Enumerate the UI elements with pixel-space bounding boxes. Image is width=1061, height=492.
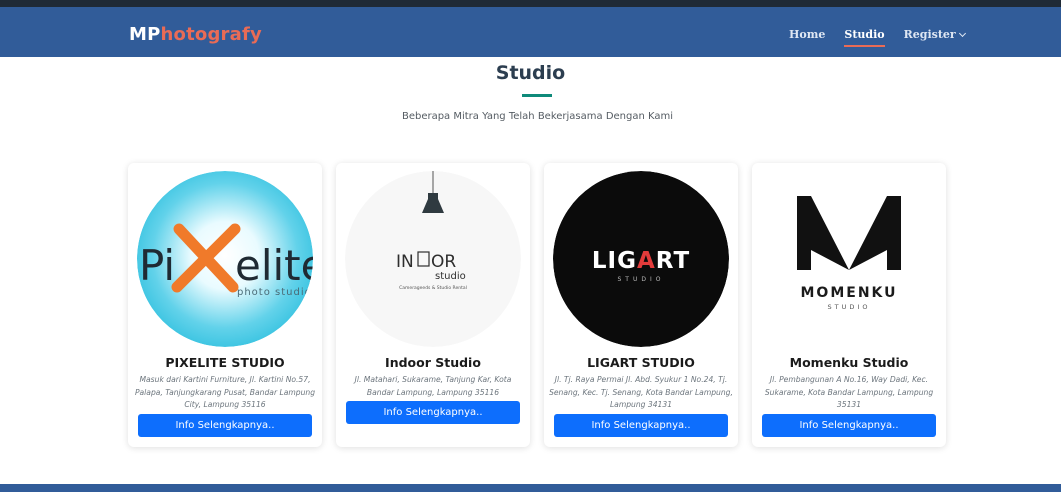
- studio-address: Jl. Tj. Raya Permai Jl. Abd. Syukur 1 No…: [549, 375, 733, 409]
- studio-card: Pi elite photo studio PIXELITE STUDIO Ma…: [128, 163, 322, 447]
- nav-register-label: Register: [903, 28, 956, 41]
- studio-name: Indoor Studio: [385, 355, 481, 370]
- svg-text:photo studio: photo studio: [237, 287, 312, 298]
- brand-logo[interactable]: MPhotografy: [129, 24, 262, 45]
- ligart-studio-logo: LIGART STUDIO: [553, 171, 729, 347]
- svg-text:studio: studio: [435, 271, 466, 282]
- brand-part-2: hotografy: [160, 24, 262, 45]
- svg-text:MOMENKU: MOMENKU: [800, 285, 897, 301]
- svg-text:LIGART: LIGART: [592, 248, 690, 274]
- nav-links: Home Studio Register: [789, 28, 984, 47]
- svg-text:IN: IN: [396, 252, 414, 272]
- studio-address: Jl. Pembangunan A No.16, Way Dadi, Kec. …: [764, 375, 934, 409]
- section-subtitle: Beberapa Mitra Yang Telah Bekerjasama De…: [401, 111, 674, 122]
- info-button[interactable]: Info Selengkapnya..: [554, 414, 728, 437]
- info-button[interactable]: Info Selengkapnya..: [762, 414, 936, 437]
- studio-name: PIXELITE STUDIO: [165, 355, 285, 370]
- nav-register[interactable]: Register: [903, 28, 966, 41]
- footer-bar: [0, 484, 1061, 492]
- studio-address: Masuk dari Kartini Furniture, Jl. Kartin…: [134, 375, 316, 409]
- svg-text:Pi: Pi: [139, 241, 175, 290]
- indoor-studio-logo: IN OR studio Camerageeds & Studio Rental: [345, 171, 521, 347]
- info-button[interactable]: Info Selengkapnya..: [346, 401, 520, 424]
- pixelite-logo: Pi elite photo studio: [137, 171, 313, 347]
- section-title: Studio: [495, 62, 566, 84]
- chevron-down-icon: [958, 29, 966, 38]
- info-button[interactable]: Info Selengkapnya..: [138, 414, 312, 437]
- svg-text:elite: elite: [235, 241, 313, 290]
- studio-card: IN OR studio Camerageeds & Studio Rental…: [336, 163, 530, 447]
- momenku-studio-logo: MOMENKU STUDIO: [761, 171, 937, 347]
- studio-name: Momenku Studio: [789, 355, 909, 370]
- brand-part-1: MP: [129, 24, 161, 45]
- nav-home[interactable]: Home: [789, 28, 825, 41]
- svg-text:OR: OR: [431, 252, 456, 272]
- top-dark-line: [0, 0, 1061, 7]
- svg-text:STUDIO: STUDIO: [828, 303, 871, 311]
- svg-text:Camerageeds & Studio Rental: Camerageeds & Studio Rental: [399, 285, 467, 291]
- studio-name: LIGART STUDIO: [587, 355, 695, 370]
- navbar: MPhotografy Home Studio Register: [0, 7, 1061, 57]
- studio-card: LIGART STUDIO LIGART STUDIO Jl. Tj. Raya…: [544, 163, 738, 447]
- studio-address: Jl. Matahari, Sukarame, Tanjung Kar, Kot…: [354, 375, 512, 397]
- svg-text:STUDIO: STUDIO: [618, 276, 665, 283]
- title-underline: [522, 94, 552, 97]
- studio-card: MOMENKU STUDIO Momenku Studio Jl. Pemban…: [752, 163, 946, 447]
- nav-studio[interactable]: Studio: [844, 28, 885, 47]
